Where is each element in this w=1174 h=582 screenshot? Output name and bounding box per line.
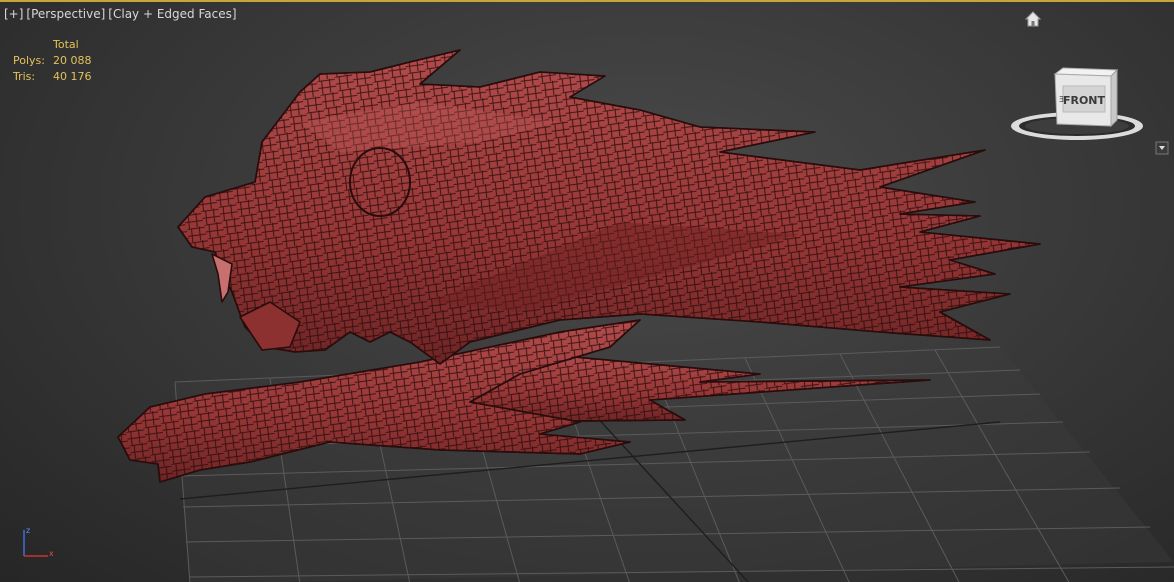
scene-render[interactable] [0,2,1174,582]
axis-tripod-icon: z x [23,526,54,558]
stats-header: Total [53,38,79,51]
viewcube-menu-icon[interactable] [1155,141,1169,155]
home-icon[interactable] [1024,10,1042,28]
axis-z-label: z [26,526,30,535]
perspective-viewport[interactable]: [+] [Perspective] [Clay + Edged Faces] Tot… [0,0,1174,582]
stats-row-polys: Polys: 20 088 [13,53,92,69]
stats-label: Tris: [13,70,36,83]
stats-row-tris: Tris: 40 176 [13,69,92,85]
viewcube-face-label: FRONT [1063,94,1106,107]
stats-value: 40 176 [53,70,92,83]
viewport-shading-menu[interactable]: [Clay + Edged Faces] [108,7,236,21]
viewport-point-of-view-menu[interactable]: [Perspective] [26,7,105,21]
stats-value: 20 088 [53,54,92,67]
axis-x-label: x [49,549,54,558]
svg-text:Ǝ: Ǝ [1059,95,1064,104]
stats-panel: Total Polys: 20 088 Tris: 40 176 [13,37,92,85]
stats-label: Polys: [13,54,45,67]
viewcube-icon[interactable]: FRONT Ǝ [1005,64,1150,154]
viewport-label-menu[interactable]: [+] [Perspective] [Clay + Edged Faces] [4,7,240,21]
viewport-general-menu[interactable]: [+] [4,7,23,21]
